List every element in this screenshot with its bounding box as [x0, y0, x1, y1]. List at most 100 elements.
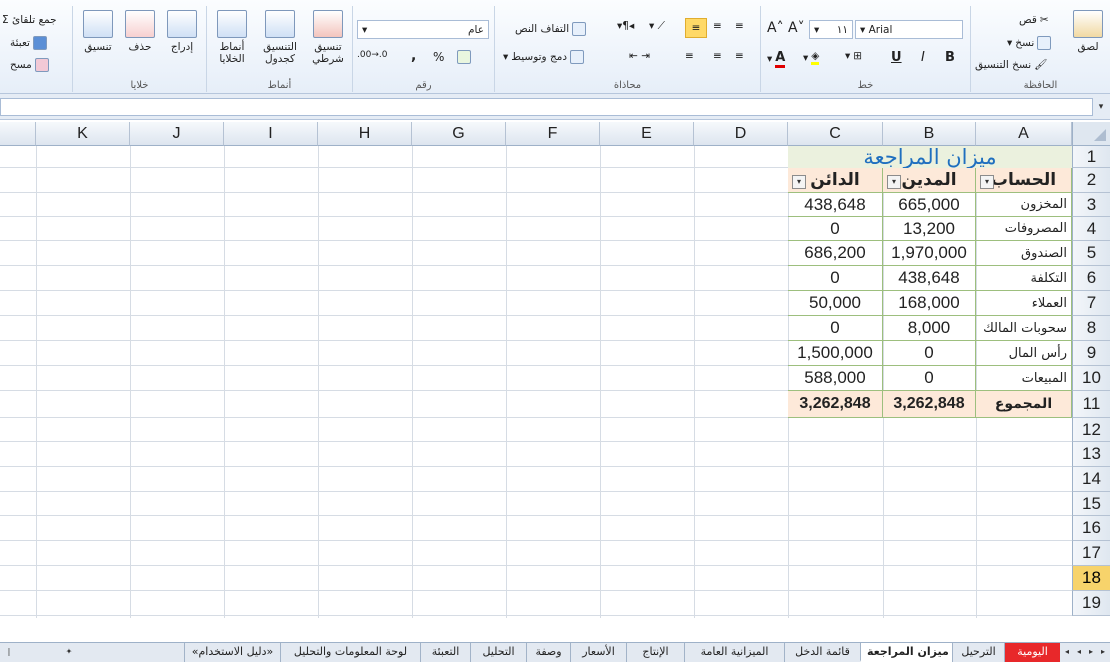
row-header-10[interactable]: 10	[1072, 366, 1110, 391]
clear-button[interactable]: مسح	[10, 58, 49, 72]
first-sheet-icon[interactable]: ◂	[1062, 646, 1072, 658]
indent-buttons[interactable]: ⇤ ⇥	[629, 50, 650, 62]
grow-font-button[interactable]: A˄ A˅	[767, 20, 805, 36]
underline-button[interactable]: U	[891, 50, 902, 65]
column-header-f[interactable]: F	[506, 122, 600, 146]
sheet-tab[interactable]: الإنتاج	[626, 643, 684, 662]
font-name-dropdown[interactable]: ▾ Arial	[855, 20, 963, 39]
cell-credit[interactable]: 0	[788, 266, 883, 291]
italic-button[interactable]: I	[921, 50, 925, 65]
filter-dropdown-icon[interactable]: ▾	[980, 175, 994, 189]
font-size-dropdown[interactable]: ▾ ١١	[809, 20, 853, 39]
column-header-a[interactable]: A	[976, 122, 1072, 146]
cell-account[interactable]: سحوبات المالك	[976, 316, 1072, 341]
cell-debit[interactable]: 0	[883, 341, 976, 366]
format-painter-button[interactable]: نسخ التنسيق 🖌	[975, 58, 1048, 72]
cell-debit[interactable]: 0	[883, 366, 976, 391]
fill-button[interactable]: تعبئة	[10, 36, 47, 50]
borders-button[interactable]: ▾ ⊞	[845, 50, 862, 62]
sheet-tab[interactable]: «دليل الاستخدام»	[184, 643, 280, 662]
row-header-12[interactable]: 12	[1072, 418, 1110, 442]
conditional-formatting-button[interactable]: تنسيق شرطي	[305, 10, 351, 65]
cell-credit[interactable]: 0	[788, 217, 883, 241]
cell-account[interactable]: المبيعات	[976, 366, 1072, 391]
cell-debit[interactable]: 665,000	[883, 193, 976, 217]
column-header-g[interactable]: G	[412, 122, 506, 146]
sheet-tab[interactable]: التعبئة	[420, 643, 470, 662]
sheet-tab[interactable]: الميزانية العامة	[684, 643, 784, 662]
align-left-button[interactable]: ≡	[685, 50, 694, 62]
delete-cells-button[interactable]: حذف	[117, 10, 163, 53]
sheet-tab[interactable]: اليومية	[1004, 643, 1060, 662]
cell-debit[interactable]: 13,200	[883, 217, 976, 241]
cut-button[interactable]: قص ✂	[1019, 14, 1049, 26]
row-header-17[interactable]: 17	[1072, 541, 1110, 566]
column-header-e[interactable]: E	[600, 122, 694, 146]
row-header-2[interactable]: 2	[1072, 168, 1110, 193]
formula-input[interactable]	[0, 98, 1093, 116]
row-header-1[interactable]: 1	[1072, 146, 1110, 168]
last-sheet-icon[interactable]: ▸	[1098, 646, 1108, 658]
column-header-partial[interactable]	[0, 122, 36, 146]
cell-credit[interactable]: 588,000	[788, 366, 883, 391]
cell-account[interactable]: المخزون	[976, 193, 1072, 217]
prev-sheet-icon[interactable]: ◂	[1074, 646, 1084, 658]
insert-cells-button[interactable]: إدراج	[159, 10, 205, 53]
cell-debit[interactable]: 1,970,000	[883, 241, 976, 266]
sheet-tab[interactable]: ميزان المراجعة	[860, 643, 952, 662]
fill-color-button[interactable]: ▾ ◈	[803, 50, 820, 65]
column-header-j[interactable]: J	[130, 122, 224, 146]
column-header-c[interactable]: C	[788, 122, 883, 146]
total-debit[interactable]: 3,262,848	[883, 391, 976, 418]
row-header-5[interactable]: 5	[1072, 241, 1110, 266]
top-align-button[interactable]: ≡	[685, 18, 707, 38]
number-format-dropdown[interactable]: ▾ عام	[357, 20, 489, 39]
row-header-8[interactable]: 8	[1072, 316, 1110, 341]
format-cells-button[interactable]: تنسيق	[75, 10, 121, 53]
tab-scroll-left-icon[interactable]: |	[4, 646, 14, 658]
cell-account[interactable]: الصندوق	[976, 241, 1072, 266]
filter-dropdown-icon[interactable]: ▾	[792, 175, 806, 189]
row-header-9[interactable]: 9	[1072, 341, 1110, 366]
sheet-tab[interactable]: التحليل	[470, 643, 526, 662]
filter-dropdown-icon[interactable]: ▾	[887, 175, 901, 189]
cell-styles-button[interactable]: أنماط الخلايا	[209, 10, 255, 65]
cell-debit[interactable]: 438,648	[883, 266, 976, 291]
cell-credit[interactable]: 686,200	[788, 241, 883, 266]
row-header-14[interactable]: 14	[1072, 467, 1110, 492]
sheet-tab[interactable]: الترحيل	[952, 643, 1004, 662]
font-color-button[interactable]: ▾ A	[767, 50, 786, 68]
row-header-18[interactable]: 18	[1072, 566, 1110, 591]
text-direction-button[interactable]: ▾¶◂	[617, 20, 634, 32]
decrease-decimal-button[interactable]: .00→.0	[357, 50, 387, 60]
insert-sheet-icon[interactable]: ✦	[62, 646, 76, 658]
align-right-button[interactable]: ≡	[735, 50, 744, 62]
cell-account[interactable]: المصروفات	[976, 217, 1072, 241]
cell-debit[interactable]: 168,000	[883, 291, 976, 316]
autosum-button[interactable]: Σ جمع تلقائ	[2, 14, 57, 26]
sheet-tab[interactable]: وصفة	[526, 643, 570, 662]
copy-button[interactable]: ▾ نسخ	[1007, 36, 1052, 50]
orientation-button[interactable]: ▾ ⟋	[649, 20, 665, 33]
row-header-4[interactable]: 4	[1072, 217, 1110, 241]
sheet-tab[interactable]: الأسعار	[570, 643, 626, 662]
cell-account[interactable]: العملاء	[976, 291, 1072, 316]
row-header-15[interactable]: 15	[1072, 492, 1110, 516]
column-header-h[interactable]: H	[318, 122, 412, 146]
column-header-i[interactable]: I	[224, 122, 318, 146]
column-header-d[interactable]: D	[694, 122, 788, 146]
middle-align-button[interactable]: ≡	[713, 20, 722, 32]
cell-credit[interactable]: 1,500,000	[788, 341, 883, 366]
select-all-corner[interactable]	[1072, 122, 1110, 146]
wrap-text-button[interactable]: التفاف النص	[515, 22, 587, 36]
expand-formula-bar-icon[interactable]: ▾	[1094, 98, 1108, 116]
paste-button[interactable]: لصق	[1065, 10, 1110, 53]
cell-credit[interactable]: 438,648	[788, 193, 883, 217]
bold-button[interactable]: B	[945, 50, 955, 65]
cell-credit[interactable]: 50,000	[788, 291, 883, 316]
cell-account[interactable]: التكلفة	[976, 266, 1072, 291]
comma-style-button[interactable]: ,	[411, 48, 416, 64]
row-header-19[interactable]: 19	[1072, 591, 1110, 616]
next-sheet-icon[interactable]: ▸	[1086, 646, 1096, 658]
percent-style-button[interactable]: %	[433, 50, 444, 64]
